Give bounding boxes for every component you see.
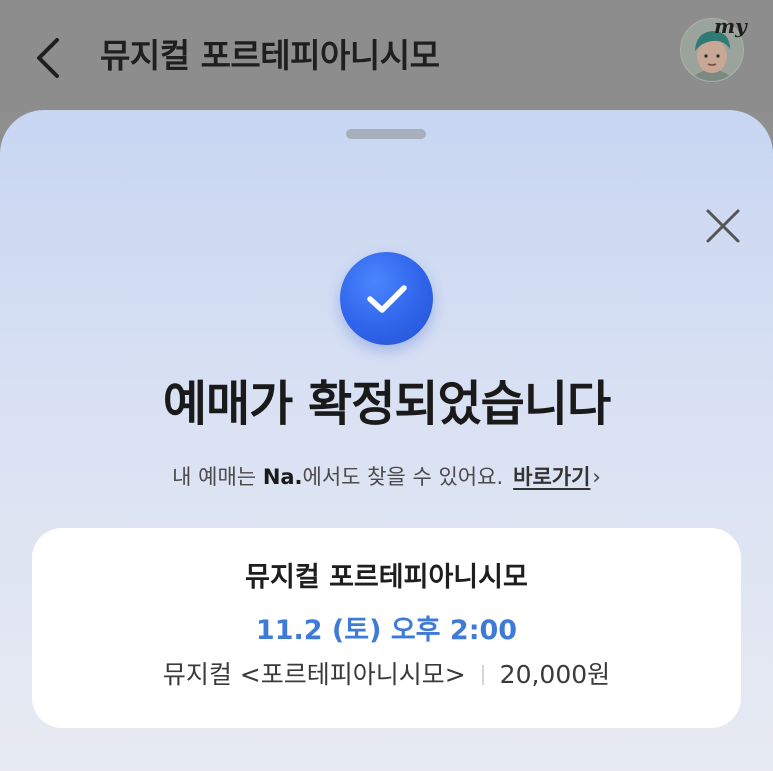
avatar-my-badge: my bbox=[714, 14, 747, 38]
close-button[interactable] bbox=[700, 203, 746, 249]
drag-handle[interactable] bbox=[346, 129, 426, 139]
subline-brand: Na. bbox=[262, 465, 303, 489]
shortcut-chevron-icon[interactable]: › bbox=[592, 465, 600, 489]
avatar[interactable]: my bbox=[680, 14, 747, 82]
confirmation-subline: 내 예매는 Na.에서도 찾을 수 있어요. 바로가기› bbox=[0, 459, 773, 495]
close-icon bbox=[706, 209, 740, 243]
booking-card: 뮤지컬 포르테피아니시모 11.2 (토) 오후 2:00 뮤지컬 <포르테피아… bbox=[32, 528, 741, 728]
back-button[interactable] bbox=[26, 30, 70, 86]
page-title: 뮤지컬 포르테피아니시모 bbox=[100, 36, 440, 75]
booking-title: 뮤지컬 포르테피아니시모 bbox=[245, 562, 528, 593]
booking-datetime: 11.2 (토) 오후 2:00 bbox=[255, 615, 518, 646]
subline-prefix: 내 예매는 bbox=[172, 465, 263, 489]
shortcut-link[interactable]: 바로가기 bbox=[513, 465, 590, 489]
booking-category-name: 뮤지컬 <포르테피아니시모> bbox=[162, 660, 466, 689]
chevron-left-icon bbox=[37, 38, 59, 78]
booking-detail: 뮤지컬 <포르테피아니시모> 20,000원 bbox=[32, 653, 741, 697]
confirmation-headline: 예매가 확정되었습니다 bbox=[162, 376, 611, 432]
booking-price: 20,000원 bbox=[499, 660, 611, 689]
confirmation-sheet: 예매가 확정되었습니다 내 예매는 Na.에서도 찾을 수 있어요. 바로가기› … bbox=[0, 110, 773, 771]
check-circle-icon bbox=[340, 252, 433, 345]
subline-suffix: 에서도 찾을 수 있어요. bbox=[302, 465, 504, 489]
detail-divider bbox=[481, 665, 484, 685]
top-header: 뮤지컬 포르테피아니시모 my bbox=[0, 0, 773, 112]
checkmark-icon bbox=[366, 284, 407, 313]
